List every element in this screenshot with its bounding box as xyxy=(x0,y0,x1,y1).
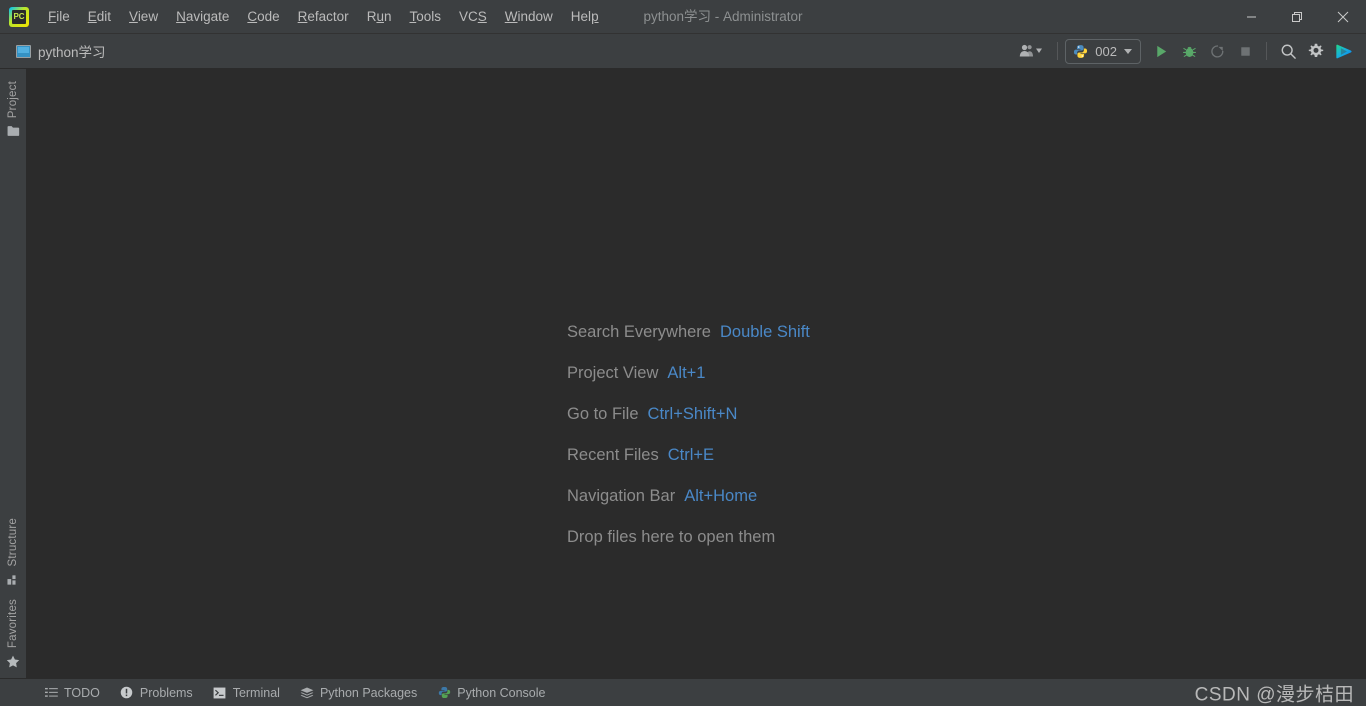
tool-window-todo[interactable]: TODO xyxy=(34,682,110,704)
tool-window-terminal-label: Terminal xyxy=(232,685,280,700)
hint-action-label: Project View xyxy=(567,364,659,382)
menu-item-view[interactable]: View xyxy=(120,6,167,28)
menu-item-help[interactable]: Help xyxy=(562,6,608,28)
restore-icon[interactable] xyxy=(1274,0,1320,33)
menu-item-refactor[interactable]: Refactor xyxy=(289,6,358,28)
toolbar-divider-1 xyxy=(1057,42,1059,60)
bottom-tool-buttons: TODO Problems Terminal Python Packages P… xyxy=(0,682,556,704)
run-button[interactable] xyxy=(1147,38,1175,64)
menu-item-run[interactable]: Run xyxy=(358,6,401,28)
bottom-tool-bar: TODO Problems Terminal Python Packages P… xyxy=(0,678,1366,706)
pycharm-logo-icon: PC xyxy=(9,6,29,27)
tool-window-structure[interactable]: Structure xyxy=(0,512,27,592)
editor-empty-area: Search Everywhere Double Shift Project Vi… xyxy=(27,69,1366,678)
minimize-icon[interactable] xyxy=(1228,0,1274,33)
pycharm-window: PC File Edit View Navigate Code Refactor… xyxy=(0,0,1366,706)
breadcrumb[interactable]: python学习 xyxy=(10,38,112,64)
search-icon[interactable] xyxy=(1274,38,1302,64)
close-icon[interactable] xyxy=(1320,0,1366,33)
tool-window-favorites[interactable]: Favorites xyxy=(0,593,27,674)
tool-window-todo-label: TODO xyxy=(64,685,100,700)
hint-shortcut: Alt+Home xyxy=(684,487,758,505)
python-console-icon xyxy=(437,686,451,700)
stop-button[interactable] xyxy=(1231,38,1259,64)
toolbar-divider-2 xyxy=(1266,42,1267,60)
hint-navigation-bar: Navigation Bar Alt+Home xyxy=(567,486,810,507)
tool-window-terminal[interactable]: Terminal xyxy=(203,682,290,704)
structure-icon xyxy=(6,573,20,587)
packages-icon xyxy=(300,686,314,700)
main-body: Project Structure Favorites Search Every… xyxy=(0,69,1366,678)
terminal-icon xyxy=(213,686,227,700)
navigation-toolbar: python学习 002 xyxy=(0,34,1366,69)
hint-action-label: Go to File xyxy=(567,405,639,423)
project-folder-icon xyxy=(16,44,31,58)
tool-window-python-packages-label: Python Packages xyxy=(319,685,418,700)
hint-shortcut: Alt+1 xyxy=(667,364,706,382)
tool-window-favorites-label: Favorites xyxy=(7,598,19,648)
watermark: CSDN @漫步桔田 xyxy=(1194,684,1354,705)
menu-item-file[interactable]: File xyxy=(39,6,79,28)
menu-item-edit[interactable]: Edit xyxy=(79,6,120,28)
hint-go-to-file: Go to File Ctrl+Shift+N xyxy=(567,404,810,425)
gradient-play-icon[interactable] xyxy=(1330,38,1358,64)
tool-window-python-console-label: Python Console xyxy=(457,685,546,700)
python-file-icon xyxy=(1073,44,1088,59)
hint-project-view: Project View Alt+1 xyxy=(567,363,810,384)
tool-window-project-label: Project xyxy=(7,81,19,119)
hint-shortcut: Ctrl+E xyxy=(667,446,715,464)
tool-window-python-packages[interactable]: Python Packages xyxy=(290,682,427,704)
run-configuration-selector[interactable]: 002 xyxy=(1065,38,1141,64)
tool-window-python-console[interactable]: Python Console xyxy=(427,682,555,704)
menu-item-navigate[interactable]: Navigate xyxy=(167,6,238,28)
menu-item-code[interactable]: Code xyxy=(238,6,288,28)
pycharm-logo-text: PC xyxy=(13,11,25,21)
tool-window-project[interactable]: Project xyxy=(0,75,27,144)
debug-button[interactable] xyxy=(1175,38,1203,64)
tool-window-problems[interactable]: Problems xyxy=(110,682,203,704)
hint-shortcut: Double Shift xyxy=(719,323,810,341)
editor-hints: Search Everywhere Double Shift Project Vi… xyxy=(567,322,810,548)
menu-item-vcs[interactable]: VCS xyxy=(450,6,496,28)
left-tool-stripe: Project Structure Favorites xyxy=(0,69,27,678)
gear-icon[interactable] xyxy=(1302,38,1330,64)
left-stripe-bottom: Structure Favorites xyxy=(0,512,26,674)
hint-recent-files: Recent Files Ctrl+E xyxy=(567,445,810,466)
run-configuration-name: 002 xyxy=(1095,43,1117,59)
title-bar: PC File Edit View Navigate Code Refactor… xyxy=(0,0,1366,34)
menu-item-window[interactable]: Window xyxy=(496,6,562,28)
hint-shortcut: Ctrl+Shift+N xyxy=(647,405,738,423)
hint-search-everywhere: Search Everywhere Double Shift xyxy=(567,322,810,343)
coverage-button[interactable] xyxy=(1203,38,1231,64)
users-icon[interactable] xyxy=(1012,38,1050,64)
hint-action-label: Recent Files xyxy=(567,446,659,464)
star-icon xyxy=(6,654,20,668)
window-controls xyxy=(1228,0,1366,33)
tool-window-problems-label: Problems xyxy=(139,685,193,700)
project-folder-icon xyxy=(6,124,20,138)
menu-item-tools[interactable]: Tools xyxy=(400,6,450,28)
todo-list-icon xyxy=(44,686,58,700)
tool-window-structure-label: Structure xyxy=(7,518,19,567)
chevron-down-icon xyxy=(1124,48,1132,54)
main-toolbar: 002 xyxy=(1012,38,1366,64)
breadcrumb-label: python学习 xyxy=(38,45,106,60)
hint-drop-files: Drop files here to open them xyxy=(567,528,776,546)
left-stripe-top: Project xyxy=(0,75,26,144)
hint-action-label: Navigation Bar xyxy=(567,487,676,505)
hint-action-label: Search Everywhere xyxy=(567,323,711,341)
menu-bar: File Edit View Navigate Code Refactor Ru… xyxy=(39,0,608,33)
problems-icon xyxy=(120,686,134,700)
